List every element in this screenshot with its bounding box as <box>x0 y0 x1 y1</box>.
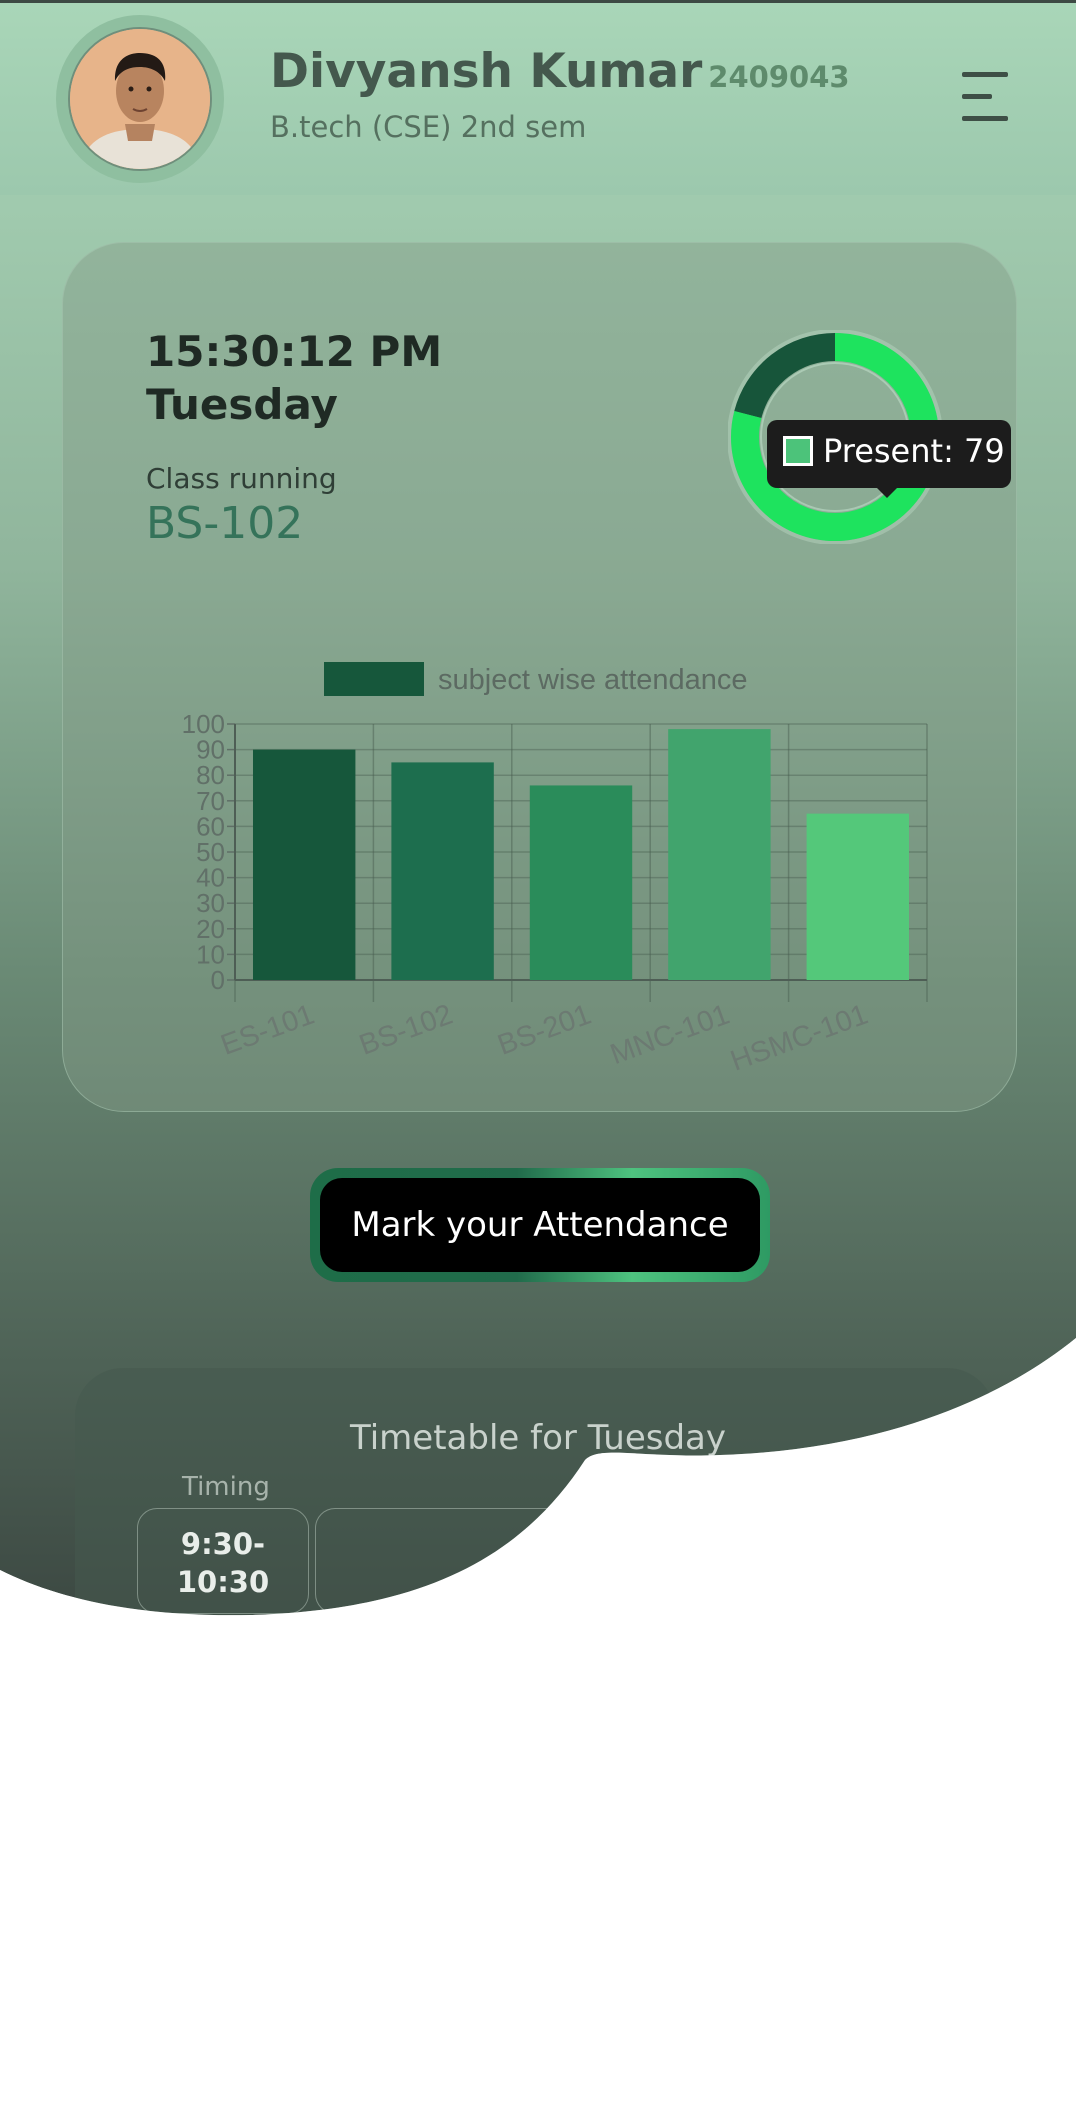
y-tick-label: 20 <box>196 914 225 944</box>
legend-label: subject wise attendance <box>438 664 748 696</box>
mark-attendance-button[interactable]: Mark your Attendance <box>320 1178 760 1272</box>
roll-number: 2409043 <box>708 60 850 94</box>
x-tick-label: ES-101 <box>217 999 319 1062</box>
hamburger-menu-icon[interactable] <box>956 70 1014 122</box>
y-tick-label: 30 <box>196 888 225 918</box>
current-time: 15:30:12 PM <box>146 327 443 376</box>
course-info: B.tech (CSE) 2nd sem <box>270 110 587 144</box>
timing-column-label: Timing <box>182 1472 270 1502</box>
bar-bs-102[interactable] <box>391 762 494 980</box>
legend-swatch <box>324 662 424 696</box>
timing-slot-text: 9:30- 10:30 <box>138 1525 308 1601</box>
class-running-value: BS-102 <box>146 498 304 549</box>
student-name-text: Divyansh Kumar <box>270 44 703 99</box>
avatar-image <box>70 29 210 169</box>
y-tick-label: 50 <box>196 837 225 867</box>
timing-slot-line: 9:30- <box>180 1527 266 1561</box>
x-tick-label: HSMC-101 <box>726 999 872 1078</box>
tooltip-text: Present: 79 <box>823 432 1005 470</box>
attendance-button-border: Mark your Attendance <box>310 1168 770 1282</box>
bar-hsmc-101[interactable] <box>806 813 910 980</box>
bar-es-101[interactable] <box>252 749 356 980</box>
student-name: Divyansh Kumar 2409043 <box>270 44 850 99</box>
class-running-label: Class running <box>146 462 337 495</box>
y-tick-label: 90 <box>196 735 225 765</box>
y-tick-label: 10 <box>196 939 225 969</box>
bar-mnc-101[interactable] <box>668 729 771 980</box>
bar-bs-201[interactable] <box>529 785 633 980</box>
tooltip-swatch <box>783 436 813 466</box>
tooltip-arrow <box>875 486 899 498</box>
y-tick-label: 80 <box>196 760 225 790</box>
timing-slot[interactable]: 9:30- 10:30 <box>137 1508 309 1614</box>
x-tick-label: BS-201 <box>494 999 596 1062</box>
y-tick-label: 60 <box>196 811 225 841</box>
current-day: Tuesday <box>146 380 338 429</box>
timetable-cell[interactable] <box>315 1508 575 1614</box>
y-tick-label: 70 <box>196 786 225 816</box>
y-tick-label: 40 <box>196 863 225 893</box>
x-tick-label: BS-102 <box>355 999 457 1062</box>
avatar[interactable] <box>68 27 212 171</box>
x-tick-label: MNC-101 <box>606 999 734 1072</box>
timetable-title: Timetable for Tuesday <box>349 1418 726 1458</box>
y-tick-label: 100 <box>182 709 225 739</box>
y-tick-label: 0 <box>211 965 225 995</box>
donut-tooltip: Present: 79 <box>767 420 1011 488</box>
subject-attendance-bar-chart: subject wise attendance 01020304050607080… <box>182 662 928 1078</box>
timing-slot-line: 10:30 <box>176 1565 270 1599</box>
